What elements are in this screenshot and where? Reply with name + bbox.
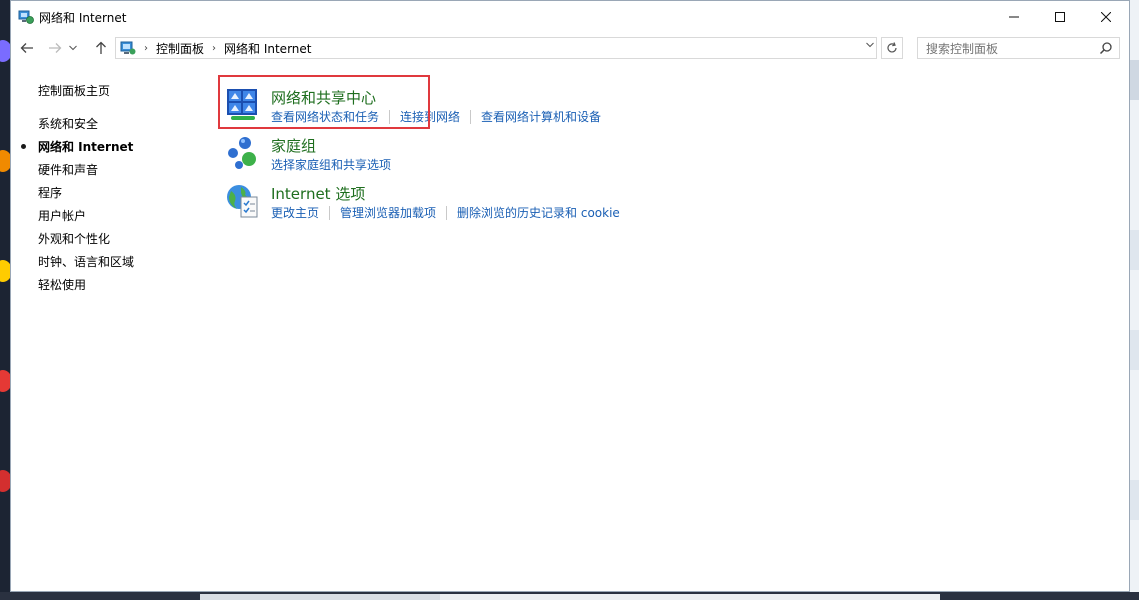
active-item-bullet: [21, 144, 26, 149]
link-delete-browsing-history[interactable]: 删除浏览的历史记录和 cookie: [457, 204, 620, 221]
highlight-box: [218, 75, 430, 129]
network-window-icon: [18, 10, 34, 24]
up-button[interactable]: [91, 38, 111, 58]
link-separator: [329, 205, 331, 220]
arrow-up-icon: [96, 41, 106, 54]
sidebar-item-clock-region[interactable]: 时钟、语言和区域: [38, 253, 134, 270]
category-title-homegroup[interactable]: 家庭组: [271, 135, 316, 156]
category-links: 选择家庭组和共享选项: [271, 156, 391, 173]
address-bar[interactable]: › 控制面板 › 网络和 Internet: [115, 37, 877, 59]
arrow-right-icon: [49, 43, 62, 53]
link-manage-addons[interactable]: 管理浏览器加载项: [340, 204, 436, 221]
sidebar-item-network-internet: 网络和 Internet: [38, 140, 134, 154]
control-panel-icon: [120, 41, 136, 55]
recent-locations-button[interactable]: [67, 38, 79, 58]
breadcrumb-network-internet[interactable]: 网络和 Internet: [224, 40, 311, 57]
link-separator: [470, 109, 472, 124]
forward-button[interactable]: [45, 38, 65, 58]
arrow-left-icon: [20, 43, 33, 53]
window-title: 网络和 Internet: [39, 11, 127, 25]
search-icon[interactable]: [1099, 41, 1113, 55]
control-panel-window: 网络和 Internet › 控制面板 › 网络和 Internet 搜索控制面…: [10, 0, 1130, 592]
maximize-icon: [1055, 11, 1065, 22]
sidebar-item-user-accounts[interactable]: 用户帐户: [38, 207, 86, 224]
address-dropdown-button[interactable]: [866, 41, 874, 51]
sidebar-item-hardware-sound[interactable]: 硬件和声音: [38, 161, 98, 178]
breadcrumb-separator: ›: [212, 42, 217, 54]
link-change-home-page[interactable]: 更改主页: [271, 204, 319, 221]
link-separator: [446, 205, 448, 220]
sidebar-item-appearance[interactable]: 外观和个性化: [38, 230, 110, 247]
link-view-network-computers[interactable]: 查看网络计算机和设备: [481, 108, 601, 125]
sidebar-item-programs[interactable]: 程序: [38, 184, 62, 201]
category-title-internet-options[interactable]: Internet 选项: [271, 183, 365, 204]
desktop-background-right: [1129, 0, 1139, 600]
sidebar-item-system-security[interactable]: 系统和安全: [38, 115, 98, 132]
sidebar-item-ease-of-access[interactable]: 轻松使用: [38, 276, 86, 293]
sidebar-item-control-panel-home[interactable]: 控制面板主页: [38, 82, 110, 99]
refresh-icon: [887, 42, 897, 53]
title-bar: 网络和 Internet: [11, 1, 1129, 33]
chevron-down-icon: [69, 45, 77, 51]
breadcrumb-separator: ›: [144, 42, 148, 54]
internet-options-icon: [227, 185, 258, 218]
close-button[interactable]: [1083, 1, 1129, 32]
minimize-button[interactable]: [991, 1, 1037, 32]
category-links: 更改主页 管理浏览器加载项 删除浏览的历史记录和 cookie: [271, 204, 620, 221]
refresh-button[interactable]: [881, 37, 903, 59]
search-box[interactable]: [917, 37, 1120, 59]
search-input[interactable]: [924, 39, 1098, 59]
back-button[interactable]: [17, 38, 37, 58]
maximize-button[interactable]: [1037, 1, 1083, 32]
taskbar-fragment: [0, 592, 1139, 600]
breadcrumb-control-panel[interactable]: 控制面板: [156, 40, 204, 57]
close-icon: [1101, 11, 1111, 22]
homegroup-icon: [228, 137, 256, 169]
link-homegroup-sharing-options[interactable]: 选择家庭组和共享选项: [271, 156, 391, 173]
minimize-icon: [1009, 16, 1019, 17]
chevron-down-icon: [866, 42, 874, 48]
navigation-bar: › 控制面板 › 网络和 Internet: [11, 34, 1129, 62]
